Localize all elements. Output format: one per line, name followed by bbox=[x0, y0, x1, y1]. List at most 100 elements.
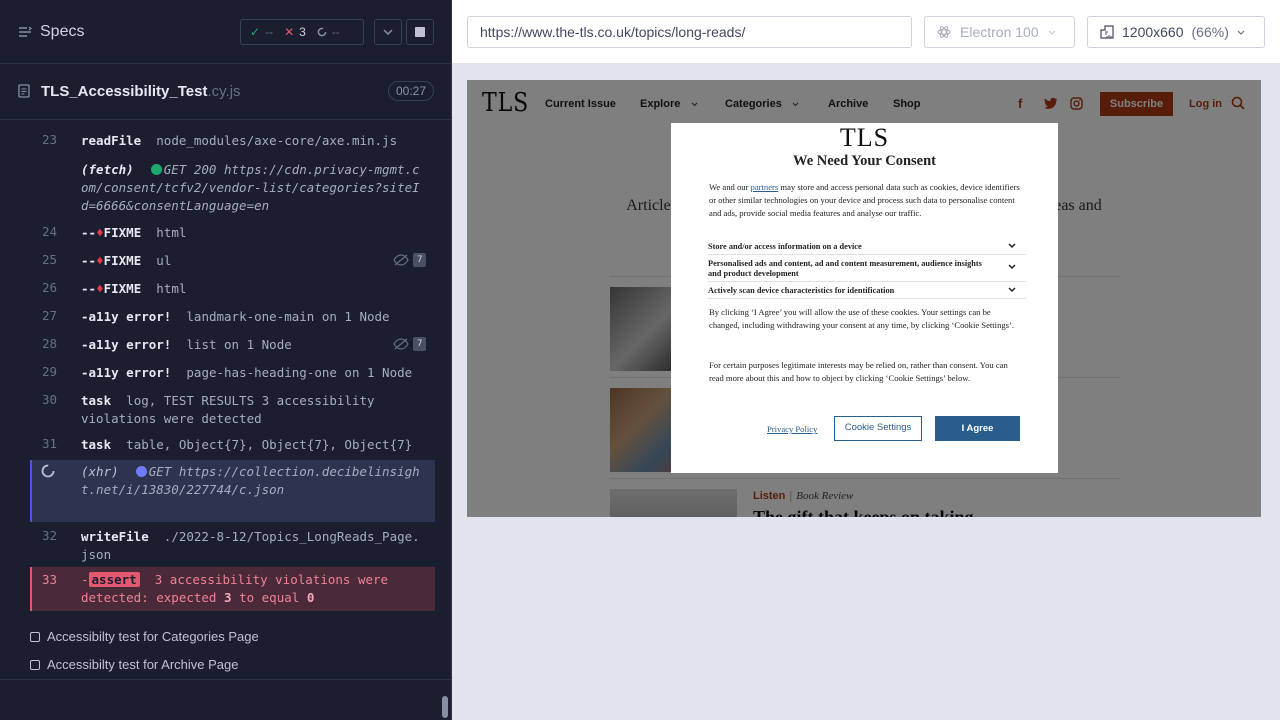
command-message: list on 1 Node bbox=[186, 337, 292, 352]
spec-file-name[interactable]: TLS_Accessibility_Test.cy.js bbox=[41, 83, 241, 100]
scrollbar-thumb[interactable] bbox=[442, 696, 448, 718]
cookie-settings-button[interactable]: Cookie Settings bbox=[834, 416, 922, 441]
specs-title[interactable]: Specs bbox=[40, 23, 84, 41]
status-dot-icon bbox=[150, 164, 162, 175]
command-row[interactable]: 28 -a11y error! list on 1 Node 7 bbox=[30, 336, 435, 354]
command-message: node_modules/axe-core/axe.min.js bbox=[156, 133, 398, 148]
command-message: html bbox=[156, 281, 187, 296]
command-number: 23 bbox=[42, 132, 58, 147]
consent-intro-text: We and our bbox=[709, 182, 751, 192]
consent-agree-explanation: By clicking ‘I Agree’ you will allow the… bbox=[709, 307, 1015, 331]
command-message: page-has-heading-one on 1 Node bbox=[186, 365, 413, 380]
command-row[interactable]: 32 writeFile ./2022-8-12/Topics_LongRead… bbox=[30, 528, 435, 564]
command-name: task bbox=[81, 393, 112, 408]
command-prefix: -- bbox=[81, 253, 97, 268]
command-row-xhr[interactable]: (xhr) GET https://collection.decibelinsi… bbox=[30, 460, 435, 522]
command-name: writeFile bbox=[81, 529, 149, 544]
test-item[interactable]: Accessibilty test for Archive Page bbox=[30, 657, 238, 672]
command-row-assert-failed[interactable]: 33 - assert 3 accessibility violations we… bbox=[30, 567, 435, 611]
pending-count: -- bbox=[331, 25, 340, 39]
command-row[interactable]: 23 readFile node_modules/axe-core/axe.mi… bbox=[30, 132, 435, 150]
passed-count: -- bbox=[265, 25, 274, 39]
purpose-accordion[interactable]: Personalised ads and content, ad and con… bbox=[708, 259, 1026, 282]
eye-slash-icon bbox=[393, 338, 409, 350]
hidden-elements-indicator: 7 bbox=[393, 337, 433, 351]
assert-message: to equal bbox=[239, 590, 300, 605]
url-bar[interactable]: https://www.the-tls.co.uk/topics/long-re… bbox=[467, 16, 912, 48]
command-row[interactable]: 27 -a11y error! landmark-one-main on 1 N… bbox=[30, 308, 435, 326]
spec-name-text: TLS_Accessibility_Test bbox=[41, 83, 208, 100]
pending-test-icon bbox=[30, 631, 40, 642]
command-name: a11y error! bbox=[88, 309, 172, 324]
command-prefix: -- bbox=[81, 281, 97, 296]
command-number: 25 bbox=[42, 252, 58, 267]
command-row[interactable]: 26 --♦FIXME html bbox=[30, 280, 435, 298]
chevron-down-icon bbox=[383, 29, 393, 35]
pending-stat: -- bbox=[317, 25, 340, 39]
test-title: Accessibilty test for Categories Page bbox=[47, 629, 259, 644]
check-icon: ✓ bbox=[250, 25, 261, 39]
panel-resize-handle[interactable] bbox=[451, 0, 452, 720]
command-number: 24 bbox=[42, 224, 58, 239]
divider bbox=[0, 679, 451, 680]
x-icon: ✕ bbox=[284, 25, 295, 39]
command-number: 32 bbox=[42, 528, 58, 543]
element-count-badge: 7 bbox=[413, 337, 427, 351]
test-item[interactable]: Accessibilty test for Categories Page bbox=[30, 629, 259, 644]
electron-icon bbox=[937, 26, 951, 38]
command-message: html bbox=[156, 225, 187, 240]
viewport-selector[interactable]: 1200x660 (66%) bbox=[1087, 16, 1265, 48]
agree-button[interactable]: I Agree bbox=[935, 416, 1020, 441]
collapse-button[interactable] bbox=[374, 19, 402, 45]
command-row[interactable]: 31 task table, Object{7}, Object{7}, Obj… bbox=[30, 436, 435, 454]
test-title: Accessibilty test for Archive Page bbox=[47, 657, 239, 672]
purpose-accordion[interactable]: Store and/or access information on a dev… bbox=[708, 242, 1026, 255]
app-under-test-frame: TLS Current Issue Explore Categories Arc… bbox=[467, 80, 1261, 517]
command-name: a11y error! bbox=[88, 337, 172, 352]
passed-stat: ✓ -- bbox=[250, 25, 273, 39]
privacy-policy-link[interactable]: Privacy Policy bbox=[767, 424, 817, 434]
consent-dialog: TLS We Need Your Consent We and our part… bbox=[671, 123, 1058, 473]
pending-test-icon bbox=[30, 659, 40, 670]
command-name: (fetch) bbox=[81, 162, 134, 177]
eye-slash-icon bbox=[393, 254, 409, 266]
fire-icon: ♦ bbox=[96, 253, 104, 268]
duration-badge: 00:27 bbox=[388, 81, 434, 101]
consent-legitimate-interest: For certain purposes legitimate interest… bbox=[709, 360, 1008, 384]
viewport-size: 1200x660 bbox=[1122, 24, 1184, 40]
purpose-accordion[interactable]: Actively scan device characteristics for… bbox=[708, 286, 1026, 299]
partners-link[interactable]: partners bbox=[751, 182, 779, 192]
element-count-badge: 7 bbox=[413, 253, 427, 267]
pending-circle-icon bbox=[317, 27, 327, 37]
command-prefix: - bbox=[81, 572, 89, 587]
purpose-label: Store and/or access information on a dev… bbox=[708, 242, 862, 251]
stop-icon bbox=[415, 27, 425, 37]
browser-selector[interactable]: Electron 100 bbox=[924, 16, 1075, 48]
specs-list-icon[interactable] bbox=[18, 25, 32, 39]
command-row[interactable]: 25 --♦FIXME ul 7 bbox=[30, 252, 435, 270]
command-number: 31 bbox=[42, 436, 58, 451]
command-row[interactable]: 24 --♦FIXME html bbox=[30, 224, 435, 242]
fire-icon: ♦ bbox=[96, 281, 104, 296]
command-number: 28 bbox=[42, 336, 58, 351]
spec-ext-text: .cy.js bbox=[207, 83, 241, 100]
command-name: (xhr) bbox=[81, 464, 119, 479]
chevron-down-icon bbox=[1008, 264, 1016, 270]
command-name: a11y error! bbox=[88, 365, 172, 380]
command-name: readFile bbox=[81, 133, 142, 148]
command-prefix: - bbox=[81, 337, 89, 352]
command-number: 26 bbox=[42, 280, 58, 295]
purpose-label: Actively scan device characteristics for… bbox=[708, 286, 895, 295]
zoom-level: (66%) bbox=[1191, 24, 1229, 40]
command-row-fetch[interactable]: (fetch) GET 200 https://cdn.privacy-mgmt… bbox=[30, 161, 435, 215]
command-row[interactable]: 29 -a11y error! page-has-heading-one on … bbox=[30, 364, 435, 382]
command-prefix: -- bbox=[81, 225, 97, 240]
stop-button[interactable] bbox=[406, 19, 434, 45]
ruler-icon bbox=[1100, 25, 1114, 39]
command-name: FIXME bbox=[103, 225, 142, 240]
command-message: ul bbox=[156, 253, 172, 268]
command-message: table, Object{7}, Object{7}, Object{7} bbox=[126, 437, 413, 452]
command-prefix: - bbox=[81, 309, 89, 324]
command-prefix: - bbox=[81, 365, 89, 380]
command-row[interactable]: 30 task log, TEST RESULTS 3 accessibilit… bbox=[30, 392, 435, 428]
